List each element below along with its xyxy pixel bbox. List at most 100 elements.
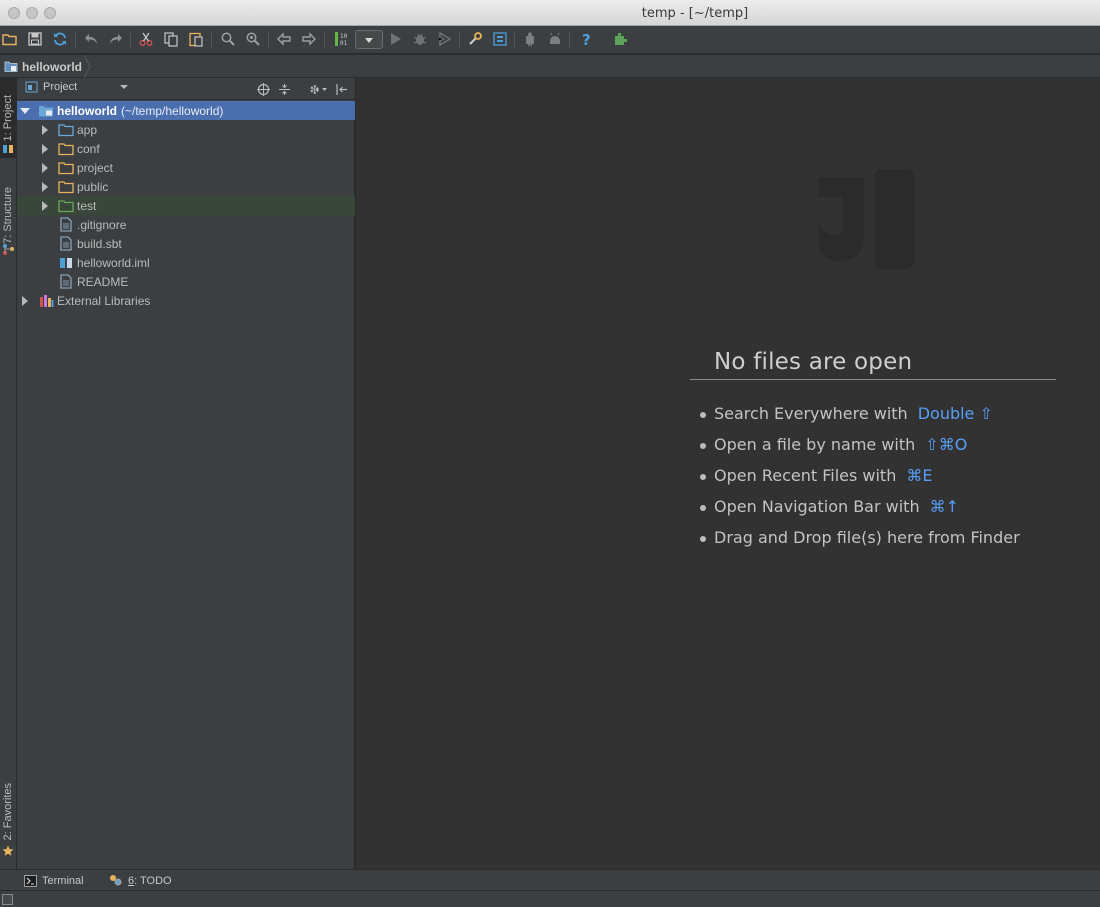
toolbar-separator bbox=[75, 31, 76, 48]
expand-arrow-right-icon[interactable] bbox=[40, 143, 50, 154]
bottom-tool-stripe: Terminal 6: TODO bbox=[0, 869, 1100, 890]
expand-arrow-down-icon[interactable] bbox=[20, 106, 30, 116]
redo-icon[interactable] bbox=[106, 29, 126, 49]
tree-row-build-sbt[interactable]: build.sbt bbox=[17, 234, 355, 253]
toggle-tool-windows-icon[interactable] bbox=[2, 894, 13, 905]
back-icon[interactable] bbox=[274, 29, 294, 49]
expand-arrow-right-icon[interactable] bbox=[40, 124, 50, 135]
tree-row-readme[interactable]: README bbox=[17, 272, 355, 291]
tree-row-external-libraries[interactable]: External Libraries bbox=[17, 291, 355, 310]
toolbar-separator bbox=[324, 31, 325, 48]
android-sdk-icon[interactable] bbox=[545, 29, 565, 49]
undo-icon[interactable] bbox=[81, 29, 101, 49]
find-icon[interactable] bbox=[218, 29, 238, 49]
tree-label: public bbox=[77, 179, 109, 194]
expand-arrow-right-icon[interactable] bbox=[40, 200, 50, 211]
bullet bbox=[700, 504, 706, 511]
no-files-title: No files are open bbox=[714, 349, 913, 375]
save-all-icon[interactable] bbox=[25, 29, 45, 49]
svg-text:10: 10 bbox=[340, 33, 348, 40]
navigation-bar: helloworld bbox=[0, 55, 1100, 78]
forward-icon[interactable] bbox=[299, 29, 319, 49]
module-folder-icon bbox=[38, 103, 54, 119]
tree-row-app[interactable]: app bbox=[17, 120, 355, 139]
libraries-icon bbox=[38, 293, 54, 309]
project-view-dropdown[interactable]: Project bbox=[25, 81, 129, 93]
bullet bbox=[700, 442, 706, 449]
svg-text:01: 01 bbox=[340, 40, 348, 47]
breadcrumb-item-helloworld[interactable]: helloworld bbox=[4, 58, 88, 75]
terminal-icon bbox=[24, 874, 37, 887]
tree-row-helloworld-iml[interactable]: helloworld.iml bbox=[17, 253, 355, 272]
copy-icon[interactable] bbox=[161, 29, 181, 49]
debug-icon[interactable] bbox=[410, 29, 430, 49]
toolbar-separator bbox=[211, 31, 212, 48]
make-project-icon[interactable]: 10 01 bbox=[330, 29, 350, 49]
shortcut-label: ⇧⌘O bbox=[925, 435, 968, 454]
tree-row-project[interactable]: project bbox=[17, 158, 355, 177]
breadcrumb-label: helloworld bbox=[22, 59, 82, 74]
hint-drag-and-drop: Drag and Drop file(s) here from Finder bbox=[700, 522, 1090, 553]
project-tree[interactable]: helloworld (~/temp/helloworld) app conf p… bbox=[17, 101, 355, 310]
cut-icon[interactable] bbox=[136, 29, 156, 49]
tree-label: app bbox=[77, 122, 98, 137]
todo-icon bbox=[110, 875, 122, 886]
expand-arrow-right-icon[interactable] bbox=[40, 162, 50, 173]
project-tab-icon bbox=[0, 142, 16, 156]
synchronize-icon[interactable] bbox=[50, 29, 70, 49]
chevron-down-icon bbox=[120, 85, 129, 89]
coverage-icon[interactable] bbox=[435, 29, 455, 49]
replace-icon[interactable] bbox=[243, 29, 263, 49]
project-tool-window: Project helloworld (~/temp/helloworld) a… bbox=[17, 78, 355, 869]
hide-panel-icon[interactable] bbox=[333, 81, 349, 97]
tree-row-gitignore[interactable]: .gitignore bbox=[17, 215, 355, 234]
chevron-down-icon bbox=[365, 37, 373, 43]
no-files-open-heading: No files are open bbox=[690, 346, 1056, 380]
star-icon bbox=[0, 843, 16, 859]
file-icon bbox=[58, 236, 74, 252]
scroll-from-source-icon[interactable] bbox=[255, 81, 271, 97]
tree-row-test[interactable]: test bbox=[17, 196, 355, 215]
shortcut-label: ⌘E bbox=[906, 466, 933, 485]
tab-todo[interactable]: 6: TODO bbox=[109, 872, 172, 889]
help-icon[interactable]: ? bbox=[576, 29, 596, 49]
expand-arrow-right-icon[interactable] bbox=[20, 295, 30, 306]
bullet bbox=[700, 411, 706, 418]
tree-row-helloworld[interactable]: helloworld (~/temp/helloworld) bbox=[17, 101, 355, 120]
tab-terminal[interactable]: Terminal bbox=[24, 872, 84, 889]
test-folder-icon bbox=[58, 198, 74, 214]
hint-open-file-by-name: Open a file by name with ⇧⌘O bbox=[700, 429, 1090, 460]
tree-label: .gitignore bbox=[77, 217, 127, 232]
project-panel-title: Project bbox=[43, 81, 78, 93]
tree-row-public[interactable]: public bbox=[17, 177, 355, 196]
tree-row-conf[interactable]: conf bbox=[17, 139, 355, 158]
hint-open-recent-files: Open Recent Files with ⌘E bbox=[700, 460, 1090, 491]
settings-wrench-icon[interactable] bbox=[465, 29, 485, 49]
folder-icon bbox=[58, 141, 74, 157]
avd-manager-icon[interactable] bbox=[520, 29, 540, 49]
gear-icon[interactable] bbox=[307, 81, 329, 97]
tab-favorites[interactable]: 2: Favorites bbox=[0, 772, 16, 852]
tree-label: conf bbox=[77, 141, 100, 156]
project-view-icon bbox=[25, 81, 38, 93]
tree-label: helloworld.iml bbox=[77, 255, 150, 270]
expand-arrow-right-icon[interactable] bbox=[40, 181, 50, 192]
run-icon[interactable] bbox=[385, 29, 405, 49]
paste-icon[interactable] bbox=[186, 29, 206, 49]
toolbar-separator bbox=[130, 31, 131, 48]
toolbar-separator bbox=[514, 31, 515, 48]
window-title: temp - [~/temp] bbox=[641, 6, 749, 21]
structure-icon bbox=[0, 241, 16, 257]
run-configuration-dropdown[interactable] bbox=[355, 30, 383, 49]
editor-area[interactable]: No files are open Search Everywhere with… bbox=[356, 78, 1100, 869]
shortcut-label: ⌘↑ bbox=[929, 497, 959, 516]
folder-icon bbox=[58, 160, 74, 176]
toolbar-separator bbox=[268, 31, 269, 48]
toolbar-separator bbox=[569, 31, 570, 48]
collapse-all-icon[interactable] bbox=[276, 81, 292, 97]
project-structure-icon[interactable] bbox=[490, 29, 510, 49]
tree-label: project bbox=[77, 160, 114, 175]
title-bar: temp - [~/temp] bbox=[0, 0, 1100, 26]
open-folder-icon[interactable] bbox=[0, 29, 20, 49]
plugin-icon[interactable] bbox=[610, 29, 630, 49]
